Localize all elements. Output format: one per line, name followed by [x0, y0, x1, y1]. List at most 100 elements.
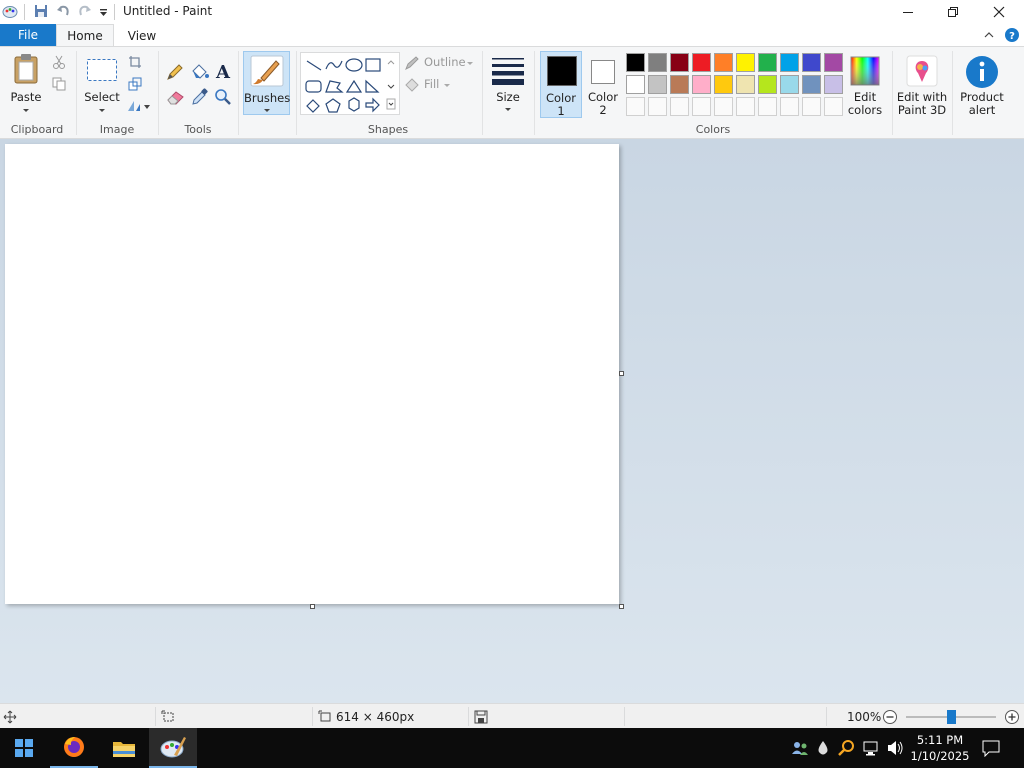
start-button[interactable] [0, 728, 48, 768]
palette-swatch[interactable] [758, 53, 777, 72]
copy-icon[interactable] [52, 77, 66, 91]
crop-icon[interactable] [128, 55, 142, 69]
custom-color-slot[interactable] [780, 97, 799, 116]
select-icon [87, 59, 117, 81]
palette-swatch[interactable] [626, 53, 645, 72]
palette-swatch[interactable] [692, 53, 711, 72]
custom-color-slot[interactable] [626, 97, 645, 116]
close-button[interactable] [976, 0, 1022, 24]
zoom-out-icon[interactable] [882, 709, 898, 725]
palette-swatch[interactable] [626, 75, 645, 94]
outline-dropdown[interactable]: Outline [404, 55, 474, 71]
help-icon[interactable]: ? [1004, 27, 1020, 43]
taskbar-clock[interactable]: 5:11 PM 1/10/2025 [910, 732, 970, 764]
custom-color-slot[interactable] [824, 97, 843, 116]
zoom-in-icon[interactable] [1004, 709, 1020, 725]
edit-colors-button[interactable]: Edit colors [846, 51, 884, 117]
collapse-ribbon-icon[interactable] [983, 30, 995, 40]
scissors-icon[interactable] [52, 55, 66, 69]
brushes-dropdown-caret [264, 109, 270, 112]
custom-color-slot[interactable] [692, 97, 711, 116]
drawing-canvas[interactable] [5, 144, 619, 604]
search-icon[interactable] [838, 739, 856, 757]
taskbar-firefox[interactable] [50, 728, 98, 768]
paint-app-icon[interactable] [2, 3, 18, 19]
divider [24, 4, 25, 20]
palette-swatch[interactable] [670, 75, 689, 94]
palette-swatch[interactable] [802, 53, 821, 72]
custom-color-slot[interactable] [714, 97, 733, 116]
palette-swatch[interactable] [670, 53, 689, 72]
tab-view[interactable]: View [116, 24, 168, 47]
taskbar-file-explorer[interactable] [100, 728, 148, 768]
zoom-slider-thumb[interactable] [947, 710, 956, 724]
custom-color-slot[interactable] [648, 97, 667, 116]
select-dropdown-caret [99, 109, 105, 112]
color-picker-icon[interactable] [191, 88, 209, 106]
palette-swatch[interactable] [758, 75, 777, 94]
custom-color-slot[interactable] [802, 97, 821, 116]
brushes-button[interactable]: Brushes [243, 51, 290, 115]
palette-swatch[interactable] [780, 75, 799, 94]
fill-dropdown[interactable]: Fill [404, 77, 464, 93]
magnifier-icon[interactable] [214, 88, 232, 106]
pencil-icon[interactable] [166, 63, 184, 81]
firefox-icon [64, 737, 84, 757]
maximize-icon [948, 7, 958, 17]
custom-color-slot[interactable] [758, 97, 777, 116]
line-shape-icon [306, 60, 322, 71]
custom-color-slot[interactable] [670, 97, 689, 116]
svg-text:?: ? [1009, 31, 1015, 42]
select-button[interactable]: Select [82, 51, 122, 117]
cursor-position-icon [3, 710, 17, 724]
palette-swatch[interactable] [648, 53, 667, 72]
notifications-icon[interactable] [982, 739, 1000, 757]
palette-swatch[interactable] [714, 53, 733, 72]
save-icon[interactable] [34, 3, 48, 19]
palette-swatch[interactable] [736, 75, 755, 94]
palette-swatch[interactable] [824, 53, 843, 72]
tab-home[interactable]: Home [56, 24, 114, 47]
resize-icon[interactable] [128, 77, 142, 91]
shapes-scroll-icon[interactable] [386, 57, 396, 117]
undo-icon[interactable] [56, 3, 70, 19]
eraser-icon[interactable] [166, 89, 186, 105]
text-icon[interactable]: A [214, 62, 232, 80]
paste-button[interactable]: Paste [6, 51, 46, 117]
shapes-gallery[interactable] [300, 52, 400, 115]
redo-icon[interactable] [78, 3, 92, 19]
fill-bucket-icon[interactable] [190, 62, 210, 80]
people-icon[interactable] [791, 739, 809, 757]
size-button[interactable]: Size [488, 51, 528, 117]
network-icon[interactable] [862, 739, 880, 757]
curve-shape-icon [325, 60, 343, 70]
maximize-button[interactable] [930, 0, 976, 24]
palette-swatch[interactable] [692, 75, 711, 94]
palette-swatch[interactable] [802, 75, 821, 94]
resize-handle-right[interactable] [619, 371, 624, 376]
minimize-button[interactable] [885, 0, 931, 24]
product-alert-button[interactable]: Product alert [956, 51, 1008, 117]
volume-icon[interactable] [886, 739, 904, 757]
taskbar-paint[interactable] [149, 728, 197, 768]
customize-icon[interactable] [99, 3, 109, 19]
zoom-slider[interactable] [906, 709, 996, 725]
color2-button[interactable]: Color 2 [584, 51, 622, 117]
ribbon: Paste Clipboard Select Image A Tools Bru… [0, 46, 1024, 139]
palette-swatch[interactable] [824, 75, 843, 94]
palette-swatch[interactable] [736, 53, 755, 72]
resize-handle-corner[interactable] [619, 604, 624, 609]
palette-swatch[interactable] [648, 75, 667, 94]
resize-handle-bottom[interactable] [310, 604, 315, 609]
palette-swatch[interactable] [714, 75, 733, 94]
tab-file[interactable]: File [0, 24, 56, 46]
rotate-icon[interactable] [126, 99, 150, 113]
pentagon-shape-icon [325, 98, 341, 113]
droplet-icon[interactable] [816, 739, 830, 757]
color1-button[interactable]: Color 1 [540, 51, 582, 118]
custom-color-slot[interactable] [736, 97, 755, 116]
palette-swatch[interactable] [780, 53, 799, 72]
canvas-size-text: 614 × 460px [336, 710, 415, 724]
edit-with-paint3d-button[interactable]: Edit with Paint 3D [896, 51, 948, 117]
diamond-shape-icon [306, 99, 320, 113]
